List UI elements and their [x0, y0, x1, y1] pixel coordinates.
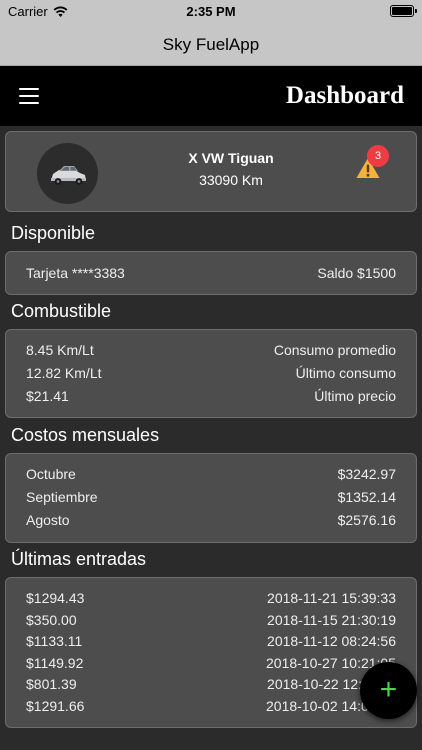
vehicle-name: X VW Tiguan — [188, 150, 274, 166]
entry-amount: $801.39 — [26, 676, 77, 692]
entry-row[interactable]: $1149.92 2018-10-27 10:21:05 — [26, 653, 396, 673]
plus-icon: + — [379, 673, 398, 706]
cost-amount: $1352.14 — [337, 489, 396, 505]
fuel-label: Último precio — [314, 388, 396, 404]
entry-amount: $1291.66 — [26, 698, 85, 714]
cost-row: Septiembre $1352.14 — [26, 487, 396, 507]
cost-month: Agosto — [26, 512, 70, 528]
monthly-costs-card[interactable]: Octubre $3242.97 Septiembre $1352.14 Ago… — [5, 453, 417, 543]
entry-date: 2018-11-21 15:39:33 — [267, 590, 396, 606]
entry-amount: $1294.43 — [26, 590, 85, 606]
hamburger-menu-icon[interactable] — [19, 88, 39, 104]
entry-row[interactable]: $801.39 2018-10-22 12:27:11 — [26, 674, 396, 694]
battery-icon — [390, 5, 417, 17]
section-title-entradas: Últimas entradas — [11, 549, 147, 569]
entry-date: 2018-11-12 08:24:56 — [267, 633, 396, 649]
fuel-row: 12.82 Km/Lt Último consumo — [26, 363, 396, 383]
fuel-row: 8.45 Km/Lt Consumo promedio — [26, 340, 396, 360]
page-title: Dashboard — [285, 82, 404, 109]
balance-row: Tarjeta ****3383 Saldo $1500 — [26, 263, 396, 283]
car-icon — [51, 166, 86, 185]
recent-entries-card: $1294.43 2018-11-21 15:39:33 $350.00 201… — [5, 577, 417, 728]
fuel-value: 12.82 Km/Lt — [26, 365, 102, 381]
navigation-bar: Sky FuelApp — [0, 22, 422, 66]
section-title-combustible: Combustible — [11, 301, 112, 321]
cost-month: Octubre — [26, 466, 76, 482]
app-title: Sky FuelApp — [162, 35, 260, 54]
cost-amount: $2576.16 — [337, 512, 396, 528]
fuel-row: $21.41 Último precio — [26, 386, 396, 406]
cost-month: Septiembre — [26, 489, 98, 505]
fuel-label: Último consumo — [295, 365, 396, 381]
section-title-disponible: Disponible — [11, 223, 96, 243]
status-time: 2:35 PM — [186, 4, 236, 19]
fuel-value: $21.41 — [26, 388, 69, 404]
entry-date: 2018-11-15 21:30:19 — [267, 612, 396, 628]
entry-row[interactable]: $1133.11 2018-11-12 08:24:56 — [26, 631, 396, 651]
dashboard-header: Dashboard — [0, 66, 422, 126]
balance-card[interactable]: Tarjeta ****3383 Saldo $1500 — [5, 251, 417, 295]
entry-amount: $1149.92 — [26, 655, 84, 671]
section-title-costos: Costos mensuales — [11, 425, 160, 445]
card-number: Tarjeta ****3383 — [26, 265, 125, 281]
entry-amount: $1133.11 — [26, 633, 83, 649]
entry-row[interactable]: $350.00 2018-11-15 21:30:19 — [26, 610, 396, 630]
add-entry-button[interactable]: + — [360, 662, 417, 719]
entry-row[interactable]: $1294.43 2018-11-21 15:39:33 — [26, 588, 396, 608]
balance-amount: Saldo $1500 — [317, 265, 396, 281]
car-avatar — [37, 143, 98, 204]
entry-amount: $350.00 — [26, 612, 77, 628]
alert-count-badge: 3 — [367, 145, 389, 167]
fuel-card[interactable]: 8.45 Km/Lt Consumo promedio 12.82 Km/Lt … — [5, 329, 417, 418]
cost-amount: $3242.97 — [337, 466, 396, 482]
cost-row: Agosto $2576.16 — [26, 510, 396, 530]
entry-row[interactable]: $1291.66 2018-10-02 14:00:48 — [26, 696, 396, 716]
vehicle-card[interactable]: X VW Tiguan 33090 Km 3 — [5, 131, 417, 212]
fuel-value: 8.45 Km/Lt — [26, 342, 94, 358]
status-bar: Carrier 2:35 PM — [0, 0, 422, 22]
fuel-label: Consumo promedio — [273, 342, 396, 358]
cost-row: Octubre $3242.97 — [26, 464, 396, 484]
vehicle-mileage: 33090 Km — [199, 172, 263, 188]
